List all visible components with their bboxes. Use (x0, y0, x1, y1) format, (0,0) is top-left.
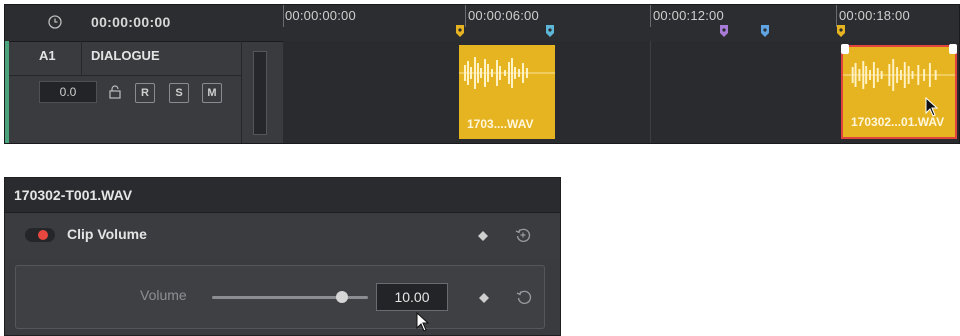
track-color-strip (5, 41, 9, 143)
timeline-ruler[interactable]: 00:00:00:00 00:00:06:00 00:00:12:00 00:0… (283, 5, 959, 42)
audio-level-meter (253, 51, 267, 135)
section-title: Clip Volume (67, 226, 147, 242)
lock-icon[interactable] (107, 84, 123, 100)
header-divider (9, 75, 241, 76)
waveform (843, 59, 955, 91)
waveform (459, 57, 555, 89)
inspector-title-bar: 170302-T001.WAV (5, 178, 560, 213)
lane-gridline (650, 41, 651, 143)
timeline-panel: 00:00:00:00 A1 DIALOGUE 0.0 R S M 00:00:… (4, 4, 960, 144)
ruler-tick (836, 5, 837, 27)
keyframe-diamond-icon[interactable] (479, 293, 489, 303)
header-divider (241, 41, 242, 143)
clock-icon (48, 15, 62, 29)
enable-toggle[interactable] (25, 228, 55, 242)
track-volume-field[interactable]: 0.0 (39, 81, 97, 103)
ruler-tick (650, 5, 651, 27)
solo-button[interactable]: S (169, 83, 189, 103)
ruler-tick (283, 5, 284, 27)
volume-value-field[interactable]: 10.00 (376, 283, 448, 311)
volume-control-row: Volume 10.00 (15, 265, 545, 329)
reset-all-icon[interactable] (515, 227, 531, 243)
toggle-indicator (38, 230, 48, 240)
mouse-cursor-icon (925, 97, 939, 117)
ruler-label: 00:00:00:00 (285, 8, 356, 23)
track-header: 00:00:00:00 A1 DIALOGUE 0.0 R S M (5, 5, 284, 143)
current-timecode: 00:00:00:00 (91, 14, 171, 30)
clip-volume-section-header: Clip Volume (5, 213, 560, 259)
inspector-panel: 170302-T001.WAV Clip Volume Volume 10.00 (4, 177, 561, 336)
track-id: A1 (39, 48, 56, 63)
reset-icon[interactable] (516, 289, 532, 305)
marker-icon[interactable] (545, 25, 555, 37)
mute-button[interactable]: M (202, 83, 222, 103)
audio-track-lane[interactable]: 1703....WAV 170302...01.WAV (283, 41, 959, 143)
track-name[interactable]: DIALOGUE (91, 48, 160, 63)
marker-icon[interactable] (719, 25, 729, 37)
marker-icon[interactable] (836, 25, 846, 37)
clip-name: 170302...01.WAV (851, 115, 945, 129)
clip-name: 1703....WAV (467, 117, 534, 131)
ruler-label: 00:00:12:00 (653, 8, 724, 23)
volume-label: Volume (140, 287, 187, 303)
volume-slider-thumb[interactable] (336, 291, 348, 303)
audio-clip[interactable]: 1703....WAV (459, 45, 555, 139)
record-button[interactable]: R (135, 83, 155, 103)
ruler-tick (465, 5, 466, 27)
ruler-label: 00:00:06:00 (468, 8, 539, 23)
inspector-clip-title: 170302-T001.WAV (14, 187, 133, 203)
marker-icon[interactable] (760, 25, 770, 37)
audio-clip-selected[interactable]: 170302...01.WAV (841, 44, 957, 139)
ruler-label: 00:00:18:00 (839, 8, 910, 23)
header-divider (81, 41, 82, 75)
marker-icon[interactable] (455, 25, 465, 37)
keyframe-diamond-icon[interactable] (478, 231, 488, 241)
timecode-row: 00:00:00:00 (5, 5, 283, 42)
mouse-cursor-icon (416, 312, 430, 332)
